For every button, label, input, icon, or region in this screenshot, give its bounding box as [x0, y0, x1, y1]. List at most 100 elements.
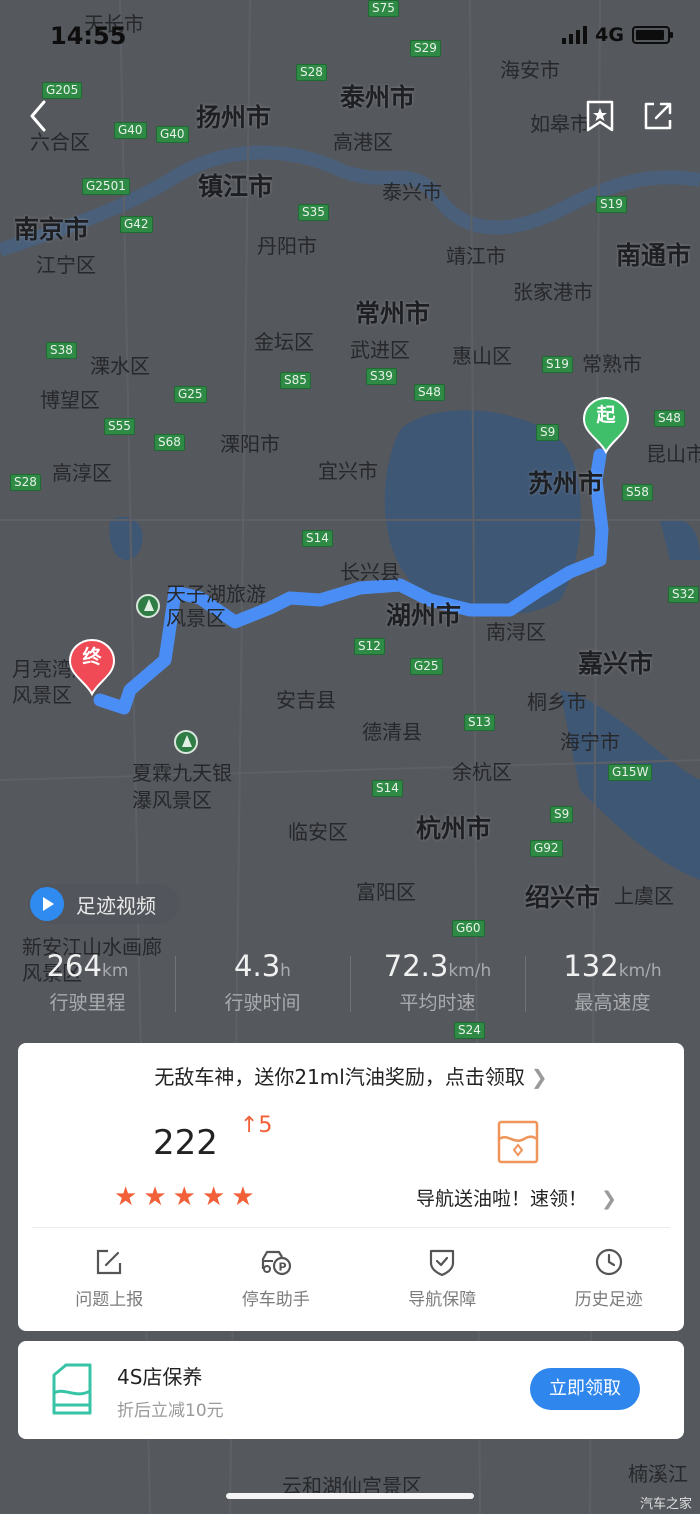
video-label: 足迹视频 — [76, 893, 156, 918]
city-label: 湖州市 — [386, 601, 462, 630]
city-label: 嘉兴市 — [578, 649, 654, 678]
district-label: 武进区 — [350, 338, 410, 362]
district-label: 临安区 — [288, 820, 348, 844]
tool-label: 历史足迹 — [574, 1290, 643, 1310]
parking-car-icon: P — [261, 1250, 291, 1276]
highway-shield: S39 — [366, 368, 397, 385]
status-indicators: 4G — [562, 24, 673, 46]
end-marker[interactable]: 终 — [68, 638, 116, 697]
district-label: 溧阳市 — [220, 432, 280, 456]
footprint-video-button[interactable]: 足迹视频 — [28, 884, 180, 924]
oil-can-icon — [52, 1363, 92, 1415]
highway-shield: G25 — [410, 658, 443, 675]
star-icon: ★ — [114, 1182, 138, 1212]
back-button[interactable] — [20, 96, 60, 136]
highway-shield: G40 — [114, 122, 147, 139]
stat-max-speed: 132km/h 最高速度 — [525, 946, 700, 1026]
city-label: 苏州市 — [528, 469, 604, 498]
district-label: 泰兴市 — [382, 180, 442, 204]
highway-shield: S55 — [104, 418, 135, 435]
status-time: 14:55 — [50, 22, 127, 50]
highway-shield: S75 — [368, 0, 399, 17]
highway-shield: G40 — [156, 126, 189, 143]
star-icon: ★ — [143, 1182, 167, 1212]
stat-unit: km/h — [618, 961, 662, 981]
nav-fuel-text: 导航送油啦！速领！ — [416, 1188, 588, 1210]
svg-text:P: P — [278, 1261, 286, 1274]
stat-unit: h — [280, 961, 291, 981]
district-label: 常熟市 — [582, 352, 642, 376]
tree-icon — [136, 594, 160, 618]
district-label: 昆山市 — [646, 442, 700, 466]
district-label: 海宁市 — [560, 730, 620, 754]
highway-shield: S19 — [542, 356, 573, 373]
stat-distance: 264km 行驶里程 — [0, 946, 175, 1026]
highway-shield: S68 — [154, 434, 185, 451]
stat-label: 行驶里程 — [49, 992, 126, 1014]
highway-shield: S9 — [550, 806, 574, 823]
bookmark-star-icon — [586, 100, 614, 132]
chevron-right-icon: ❯ — [601, 1188, 617, 1210]
navigation-guarantee-button[interactable]: 导航保障 — [367, 1247, 518, 1310]
district-label: 南浔区 — [486, 620, 546, 644]
district-label: 江宁区 — [36, 253, 96, 277]
driving-score: 222 — [153, 1123, 218, 1163]
stat-value: 4.3 — [234, 949, 281, 983]
bookmark-button[interactable] — [582, 98, 622, 138]
stat-label: 平均时速 — [399, 992, 476, 1014]
clock-icon — [595, 1248, 622, 1276]
history-footprint-button[interactable]: 历史足迹 — [534, 1247, 685, 1310]
district-label: 海安市 — [500, 58, 560, 82]
offer-subtitle: 折后立减10元 — [117, 1401, 224, 1421]
highway-shield: S38 — [46, 342, 77, 359]
watermark: 汽车之家 — [639, 1497, 692, 1512]
tool-label: 问题上报 — [75, 1290, 144, 1310]
stat-value: 132 — [563, 949, 619, 983]
highway-shield: G92 — [530, 840, 563, 857]
divider — [32, 1227, 670, 1228]
highway-shield: S35 — [298, 204, 329, 221]
start-label: 起 — [596, 404, 616, 426]
city-label: 南通市 — [616, 241, 692, 270]
share-icon — [644, 102, 672, 130]
nav-fuel-promo[interactable]: 导航送油啦！速领！ ❯ — [416, 1184, 617, 1211]
city-label: 绍兴市 — [525, 883, 601, 912]
play-icon — [30, 887, 64, 921]
report-issue-button[interactable]: 问题上报 — [34, 1247, 185, 1310]
district-label: 如皋市 — [530, 112, 590, 136]
district-label: 惠山区 — [452, 344, 512, 368]
chevron-left-icon — [30, 100, 46, 132]
parking-assistant-button[interactable]: P 停车助手 — [201, 1247, 352, 1310]
scenic-label: 天子湖旅游风景区 — [166, 582, 266, 630]
star-rating: ★ ★ ★ ★ ★ — [114, 1183, 255, 1211]
start-marker[interactable]: 起 — [582, 396, 630, 455]
fuel-reward-link[interactable]: 无敌车神，送你21ml汽油奖励，点击领取 ❯ — [18, 1061, 684, 1090]
highway-shield: S12 — [354, 638, 385, 655]
district-label: 上虞区 — [614, 884, 674, 908]
highway-shield: S58 — [622, 484, 653, 501]
fuel-gauge-icon — [497, 1120, 539, 1164]
highway-shield: S28 — [10, 474, 41, 491]
highway-shield: S14 — [372, 780, 403, 797]
highway-shield: G25 — [174, 386, 207, 403]
district-label: 高淳区 — [52, 461, 112, 485]
district-label: 丹阳市 — [257, 234, 317, 258]
edit-icon — [97, 1249, 122, 1275]
tool-label: 停车助手 — [241, 1290, 310, 1310]
home-indicator[interactable] — [226, 1493, 474, 1499]
district-label: 楠溪江 — [628, 1462, 688, 1486]
highway-shield: S32 — [668, 586, 699, 603]
star-icon: ★ — [172, 1182, 196, 1212]
share-button[interactable] — [640, 98, 680, 138]
highway-shield: S14 — [302, 530, 333, 547]
highway-shield: G2501 — [82, 178, 130, 195]
maintenance-offer-card[interactable]: 4S店保养 折后立减10元 立即领取 — [18, 1341, 684, 1439]
stat-label: 最高速度 — [574, 992, 651, 1014]
stat-value: 72.3 — [383, 949, 449, 983]
claim-now-button[interactable]: 立即领取 — [530, 1368, 640, 1410]
stat-average-speed: 72.3km/h 平均时速 — [350, 946, 525, 1026]
district-label: 张家港市 — [513, 280, 593, 304]
stat-value: 264 — [46, 949, 102, 983]
highway-shield: G60 — [452, 920, 485, 937]
highway-shield: S9 — [536, 424, 560, 441]
